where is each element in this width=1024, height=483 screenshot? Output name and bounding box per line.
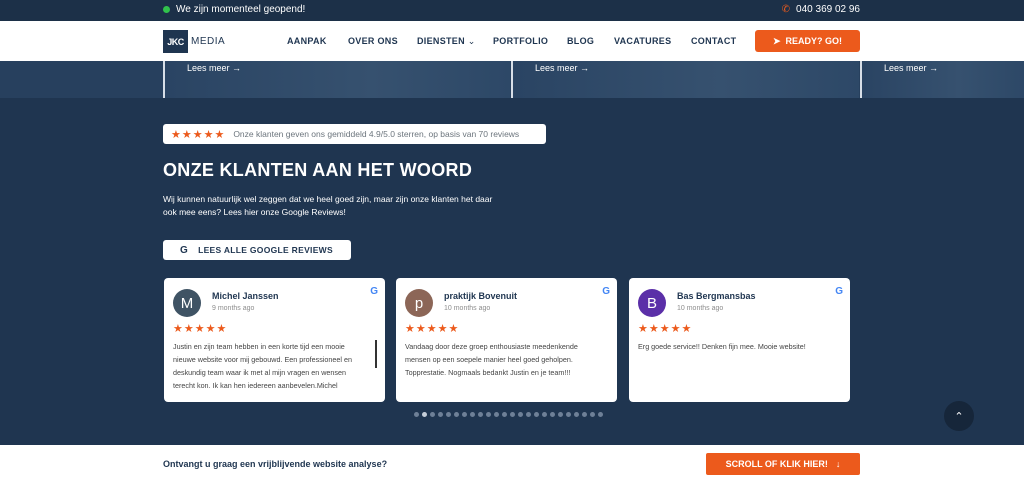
all-google-reviews-label: LEES ALLE GOOGLE REVIEWS [198, 245, 333, 255]
review-stars: ★★★★★ [405, 323, 460, 335]
carousel-dot[interactable] [462, 412, 467, 417]
avatar: M [173, 289, 201, 317]
section-intro: Wij kunnen natuurlijk wel zeggen dat we … [163, 194, 493, 217]
analysis-bar: Ontvangt u graag een vrijblijvende websi… [0, 445, 1024, 483]
all-google-reviews-button[interactable]: G LEES ALLE GOOGLE REVIEWS [163, 240, 351, 260]
read-more-label: Lees meer [187, 63, 230, 73]
nav-item-portfolio[interactable]: PORTFOLIO [493, 36, 548, 46]
nav-item-blog[interactable]: BLOG [567, 36, 594, 46]
read-more-link[interactable]: Lees meer → [884, 63, 938, 73]
phone-icon: ✆ [781, 4, 791, 15]
chevron-up-icon: ⌃ [954, 410, 964, 423]
carousel-dot[interactable] [534, 412, 539, 417]
carousel-pagination [414, 412, 603, 417]
carousel-dot[interactable] [550, 412, 555, 417]
reviewer-name: Michel Janssen [212, 291, 279, 301]
ready-go-button[interactable]: ➤ READY? GO! [755, 30, 860, 52]
nav-item-over-ons[interactable]: OVER ONS [348, 36, 398, 46]
carousel-dot[interactable] [590, 412, 595, 417]
service-card[interactable]: Lees meer → [511, 61, 859, 98]
review-card: B Bas Bergmansbas 10 months ago G ★★★★★ … [629, 278, 850, 402]
ready-go-label: READY? GO! [785, 36, 843, 46]
top-bar: We zijn momenteel geopend! ✆ 040 369 02 … [0, 0, 1024, 21]
avatar: B [638, 289, 666, 317]
carousel-dot[interactable] [454, 412, 459, 417]
service-card[interactable]: Lees meer → [163, 61, 510, 98]
section-heading: ONZE KLANTEN AAN HET WOORD [163, 160, 473, 180]
nav-item-aanpak[interactable]: AANPAK [287, 36, 327, 46]
nav-item-contact[interactable]: CONTACT [691, 36, 736, 46]
open-status-dot-icon [163, 6, 170, 13]
carousel-dot[interactable] [598, 412, 603, 417]
review-time: 10 months ago [444, 305, 491, 312]
review-text: Erg goede service!! Denken fijn mee. Moo… [638, 342, 806, 351]
menu: AANPAK OVER ONS DIENSTEN ⌄ PORTFOLIO BLO… [0, 36, 1024, 48]
star-rating-icon: ★★★★★ [171, 128, 226, 141]
nav-item-diensten-label: DIENSTEN [417, 36, 465, 46]
rating-badge: ★★★★★ Onze klanten geven ons gemiddeld 4… [163, 124, 546, 144]
review-card: M Michel Janssen 9 months ago G ★★★★★ Ju… [164, 278, 385, 402]
carousel-dot[interactable] [558, 412, 563, 417]
review-time: 10 months ago [677, 305, 724, 312]
carousel-dot[interactable] [582, 412, 587, 417]
read-more-label: Lees meer [535, 63, 578, 73]
scroll-to-top-button[interactable]: ⌃ [944, 401, 974, 431]
carousel-dot[interactable] [542, 412, 547, 417]
nav-item-diensten[interactable]: DIENSTEN ⌄ [417, 36, 476, 47]
arrow-right-icon: → [580, 63, 590, 73]
carousel-dot[interactable] [518, 412, 523, 417]
scroll-or-click-button[interactable]: SCROLL OF KLIK HIER! ↓ [706, 453, 860, 475]
opening-status-text: We zijn momenteel geopend! [176, 4, 306, 15]
carousel-dot[interactable] [422, 412, 427, 417]
review-time: 9 months ago [212, 305, 255, 312]
carousel-dot[interactable] [430, 412, 435, 417]
phone-number[interactable]: 040 369 02 96 [796, 4, 860, 15]
carousel-dot[interactable] [510, 412, 515, 417]
read-more-link[interactable]: Lees meer → [535, 63, 589, 73]
google-icon: G [835, 286, 843, 297]
nav-item-vacatures[interactable]: VACATURES [614, 36, 671, 46]
main-navigation: JKC MEDIA AANPAK OVER ONS DIENSTEN ⌄ POR… [0, 21, 1024, 61]
carousel-dot[interactable] [414, 412, 419, 417]
opening-status: We zijn momenteel geopend! [163, 4, 305, 15]
carousel-dot[interactable] [526, 412, 531, 417]
google-icon: G [602, 286, 610, 297]
google-icon: G [370, 286, 378, 297]
review-scrollbar[interactable] [375, 340, 377, 368]
arrow-right-icon: → [232, 63, 242, 73]
review-text: Justin en zijn team hebben in een korte … [173, 342, 352, 390]
arrow-down-icon: ↓ [835, 459, 841, 469]
carousel-dot[interactable] [566, 412, 571, 417]
service-card[interactable]: Lees meer → [860, 61, 1024, 98]
scroll-or-click-label: SCROLL OF KLIK HIER! [725, 459, 828, 469]
rating-badge-text: Onze klanten geven ons gemiddeld 4.9/5.0… [233, 129, 520, 139]
read-more-link[interactable]: Lees meer → [187, 63, 241, 73]
carousel-dot[interactable] [478, 412, 483, 417]
avatar: p [405, 289, 433, 317]
arrow-right-icon: → [929, 63, 939, 73]
analysis-bar-label: Ontvangt u graag een vrijblijvende websi… [163, 459, 388, 469]
carousel-dot[interactable] [446, 412, 451, 417]
review-card: p praktijk Bovenuit 10 months ago G ★★★★… [396, 278, 617, 402]
carousel-dot[interactable] [574, 412, 579, 417]
rocket-icon: ➤ [772, 35, 781, 46]
carousel-dot[interactable] [494, 412, 499, 417]
chevron-down-icon: ⌄ [464, 36, 476, 46]
review-stars: ★★★★★ [638, 323, 693, 335]
google-icon: G [180, 244, 189, 256]
carousel-dot[interactable] [502, 412, 507, 417]
review-stars: ★★★★★ [173, 323, 228, 335]
service-cards-strip: Lees meer → Lees meer → Lees meer → [0, 61, 1024, 98]
read-more-label: Lees meer [884, 63, 927, 73]
reviews-section: ★★★★★ Onze klanten geven ons gemiddeld 4… [0, 98, 1024, 445]
reviewer-name: praktijk Bovenuit [444, 291, 518, 301]
phone-link[interactable]: ✆ 040 369 02 96 [782, 4, 860, 15]
carousel-dot[interactable] [470, 412, 475, 417]
carousel-dot[interactable] [438, 412, 443, 417]
review-text: Vandaag door deze groep enthousiaste mee… [405, 342, 578, 377]
reviewer-name: Bas Bergmansbas [677, 291, 756, 301]
carousel-dot[interactable] [486, 412, 491, 417]
